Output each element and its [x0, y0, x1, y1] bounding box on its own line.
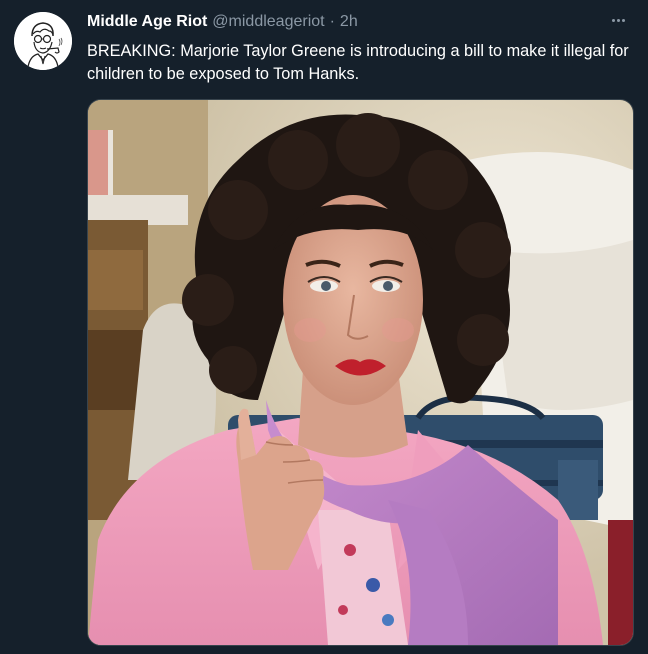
tweet-timestamp[interactable]: 2h	[340, 13, 358, 31]
tweet-card[interactable]: Middle Age Riot @middleageriot · 2h BREA…	[0, 0, 648, 654]
more-options-button[interactable]	[606, 8, 630, 32]
tweet-text: BREAKING: Marjorie Taylor Greene is intr…	[87, 42, 629, 83]
avatar[interactable]	[14, 12, 72, 70]
tweet-header: Middle Age Riot @middleageriot · 2h	[87, 13, 358, 33]
tweet-image[interactable]	[87, 99, 634, 646]
more-horizontal-icon	[611, 18, 615, 22]
author-handle[interactable]: @middleageriot	[212, 13, 324, 31]
author-name[interactable]: Middle Age Riot	[87, 13, 207, 31]
separator-dot: ·	[329, 13, 335, 30]
